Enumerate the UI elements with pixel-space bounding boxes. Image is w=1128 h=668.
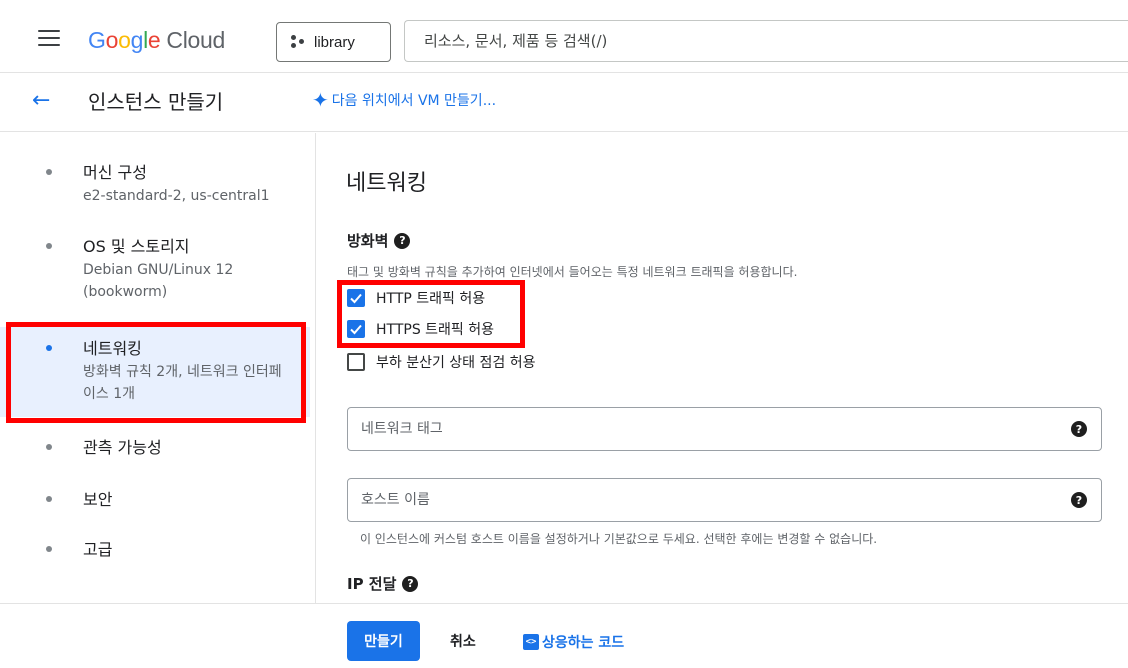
page-title: 인스턴스 만들기 (88, 90, 224, 114)
step-security[interactable]: 보안 (0, 479, 310, 515)
step-bullet-icon (46, 444, 52, 450)
network-tags-input[interactable] (361, 421, 1041, 437)
step-bullet-icon (46, 496, 52, 502)
step-networking[interactable]: 네트워킹 방화벽 규칙 2개, 네트워크 인터페이스 1개 (0, 327, 310, 417)
step-bullet-icon (46, 345, 52, 351)
hostname-input[interactable] (361, 492, 1041, 508)
networking-panel: 네트워킹 방화벽 ? 태그 및 방화벽 규칙을 추가하여 인터넷에서 들어오는 … (316, 133, 1128, 603)
section-title: 네트워킹 (346, 171, 427, 196)
allow-lb-health-check-checkbox[interactable] (347, 353, 365, 371)
step-observability[interactable]: 관측 가능성 (0, 427, 310, 463)
allow-http-label: HTTP 트래픽 허용 (376, 291, 486, 307)
check-icon (350, 324, 362, 335)
logo-letter: o (118, 27, 131, 53)
firewall-heading: 방화벽 ? (347, 230, 411, 251)
equivalent-code-link[interactable]: <> 상응하는 코드 (523, 632, 624, 652)
step-label: 고급 (83, 540, 113, 559)
firewall-title: 방화벽 (347, 232, 389, 250)
create-button[interactable]: 만들기 (347, 621, 420, 661)
step-bullet-icon (46, 169, 52, 175)
ip-forwarding-title: IP 전달 (347, 575, 397, 593)
logo-letter: g (130, 27, 144, 53)
allow-https-checkbox-row[interactable]: HTTPS 트래픽 허용 (347, 319, 494, 339)
allow-http-checkbox[interactable] (347, 289, 365, 307)
project-icon (291, 35, 305, 49)
create-vm-from-label: 다음 위치에서 VM 만들기... (331, 93, 497, 109)
logo-letter: e (147, 27, 161, 53)
step-label: 관측 가능성 (83, 438, 162, 457)
allow-lb-health-check-row[interactable]: 부하 분산기 상태 점검 허용 (347, 352, 535, 372)
logo-letter: G (88, 27, 106, 53)
step-os-storage[interactable]: OS 및 스토리지 Debian GNU/Linux 12 (bookworm) (0, 225, 310, 315)
allow-http-checkbox-row[interactable]: HTTP 트래픽 허용 (347, 288, 485, 308)
check-icon (350, 293, 362, 304)
allow-https-label: HTTPS 트래픽 허용 (376, 322, 495, 338)
action-bar: 만들기 취소 <> 상응하는 코드 (0, 603, 1128, 668)
create-vm-from-link[interactable]: ✦ 다음 위치에서 VM 만들기... (312, 90, 496, 110)
project-selector-button[interactable]: library (276, 22, 391, 62)
step-summary: e2-standard-2, us-central1 (83, 188, 270, 204)
google-cloud-logo[interactable]: Google Cloud (88, 27, 225, 54)
help-icon[interactable]: ? (402, 575, 419, 592)
help-icon[interactable]: ? (1071, 421, 1087, 437)
search-bar[interactable] (404, 20, 1128, 62)
step-label: 네트워킹 (83, 339, 142, 358)
help-icon[interactable]: ? (394, 232, 411, 249)
firewall-description: 태그 및 방화벽 규칙을 추가하여 인터넷에서 들어오는 특정 네트워크 트래픽… (347, 265, 798, 279)
help-icon[interactable]: ? (1071, 492, 1087, 508)
allow-lb-health-check-label: 부하 분산기 상태 점검 허용 (376, 355, 536, 371)
step-advanced[interactable]: 고급 (0, 529, 310, 565)
step-machine-config[interactable]: 머신 구성 e2-standard-2, us-central1 (0, 151, 310, 223)
cancel-button[interactable]: 취소 (436, 621, 490, 661)
logo-letter: o (105, 27, 119, 53)
logo-cloud-text: Cloud (166, 27, 226, 53)
sparkle-icon: ✦ (312, 88, 329, 112)
step-label: OS 및 스토리지 (83, 237, 190, 256)
ip-forwarding-heading: IP 전달 ? (347, 573, 419, 594)
allow-https-checkbox[interactable] (347, 320, 365, 338)
step-label: 보안 (83, 490, 113, 509)
menu-icon[interactable] (38, 30, 60, 46)
step-summary: Debian GNU/Linux 12 (bookworm) (83, 262, 234, 300)
step-bullet-icon (46, 546, 52, 552)
back-arrow-icon[interactable]: ← (32, 90, 50, 112)
project-name: library (314, 33, 355, 51)
hostname-field[interactable]: ? (347, 478, 1102, 522)
steps-nav: 머신 구성 e2-standard-2, us-central1 OS 및 스토… (0, 133, 316, 603)
step-bullet-icon (46, 243, 52, 249)
hostname-hint: 이 인스턴스에 커스텀 호스트 이름을 설정하거나 기본값으로 두세요. 선택한… (360, 532, 878, 546)
page-header: ← 인스턴스 만들기 ✦ 다음 위치에서 VM 만들기... (0, 74, 1128, 132)
equivalent-code-label: 상응하는 코드 (542, 635, 625, 651)
step-summary: 방화벽 규칙 2개, 네트워크 인터페이스 1개 (83, 364, 282, 402)
search-input[interactable] (424, 32, 1024, 50)
top-bar: Google Cloud library (0, 0, 1128, 73)
network-tags-field[interactable]: ? (347, 407, 1102, 451)
code-icon: <> (523, 634, 539, 650)
step-label: 머신 구성 (83, 163, 147, 182)
